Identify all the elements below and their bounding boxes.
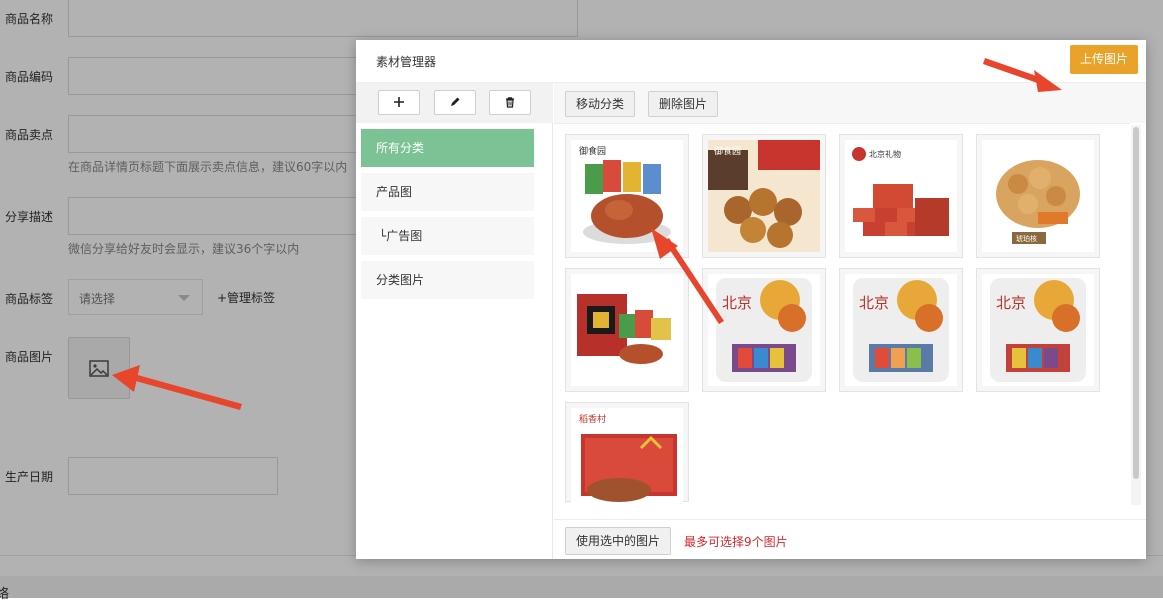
dialog-header: 素材管理器: [356, 40, 1146, 83]
thumb-text: 北京: [722, 294, 752, 312]
material-manager-dialog: 素材管理器 所有分类 产品图 └广告图 分类图片 移动分类 删除图片 御食园 御…: [356, 40, 1146, 559]
add-category-button[interactable]: [378, 90, 420, 115]
image-thumb[interactable]: 御食园: [565, 134, 689, 258]
image-preview: 琥珀核: [982, 140, 1094, 252]
category-product[interactable]: 产品图: [361, 173, 534, 211]
dialog-title: 素材管理器: [376, 55, 437, 69]
image-grid: 御食园 御食园 北京礼物 琥珀核 北京 北京 北京 稻香村: [554, 123, 1146, 559]
thumb-text: 北京: [996, 294, 1026, 312]
image-thumb[interactable]: [565, 268, 689, 392]
move-category-button[interactable]: 移动分类: [565, 91, 636, 117]
category-all[interactable]: 所有分类: [361, 129, 534, 167]
image-thumb[interactable]: 御食园: [702, 134, 826, 258]
image-preview: 御食园: [571, 140, 683, 252]
thumb-brand-text: 稻香村: [579, 413, 606, 425]
pencil-icon: [451, 97, 460, 106]
thumb-tag-text: 琥珀核: [1016, 234, 1037, 243]
edit-category-button[interactable]: [434, 90, 476, 115]
upload-image-button[interactable]: 上传图片: [1070, 45, 1138, 74]
footer-divider: [554, 519, 1146, 520]
category-toolbar: [356, 83, 553, 123]
image-thumb[interactable]: 北京: [839, 268, 963, 392]
scrollbar-thumb[interactable]: [1133, 127, 1139, 479]
image-thumb[interactable]: 稻香村: [565, 402, 689, 503]
thumb-brand-text: 御食园: [579, 145, 606, 157]
image-scrollbar[interactable]: [1131, 125, 1141, 505]
image-toolbar: 移动分类 删除图片: [554, 83, 1146, 123]
plus-icon: [394, 97, 404, 107]
thumb-brand-text: 御食园: [714, 145, 741, 157]
image-preview: 北京: [708, 274, 820, 386]
image-panel: 移动分类 删除图片 御食园 御食园 北京礼物 琥珀核 北京 北京 北京 稻香村: [554, 83, 1146, 559]
image-thumb[interactable]: 北京: [702, 268, 826, 392]
image-preview: 御食园: [708, 140, 820, 252]
thumb-text: 北京: [859, 294, 889, 312]
image-preview: 北京: [982, 274, 1094, 386]
category-ad[interactable]: └广告图: [361, 217, 534, 255]
delete-image-button[interactable]: 删除图片: [648, 91, 719, 117]
use-selected-button[interactable]: 使用选中的图片: [565, 527, 672, 555]
image-thumb[interactable]: 北京礼物: [839, 134, 963, 258]
delete-category-button[interactable]: [489, 90, 531, 115]
image-preview: 北京: [845, 274, 957, 386]
max-selection-tip: 最多可选择9个图片: [684, 535, 788, 549]
trash-icon: [506, 97, 514, 108]
image-thumb[interactable]: 琥珀核: [976, 134, 1100, 258]
category-panel: 所有分类 产品图 └广告图 分类图片: [356, 83, 553, 559]
image-preview: [571, 274, 683, 386]
image-preview: 稻香村: [571, 408, 683, 503]
image-preview: 北京礼物: [845, 140, 957, 252]
thumb-brand-text: 北京礼物: [869, 149, 901, 159]
category-classify[interactable]: 分类图片: [361, 261, 534, 299]
image-thumb[interactable]: 北京: [976, 268, 1100, 392]
